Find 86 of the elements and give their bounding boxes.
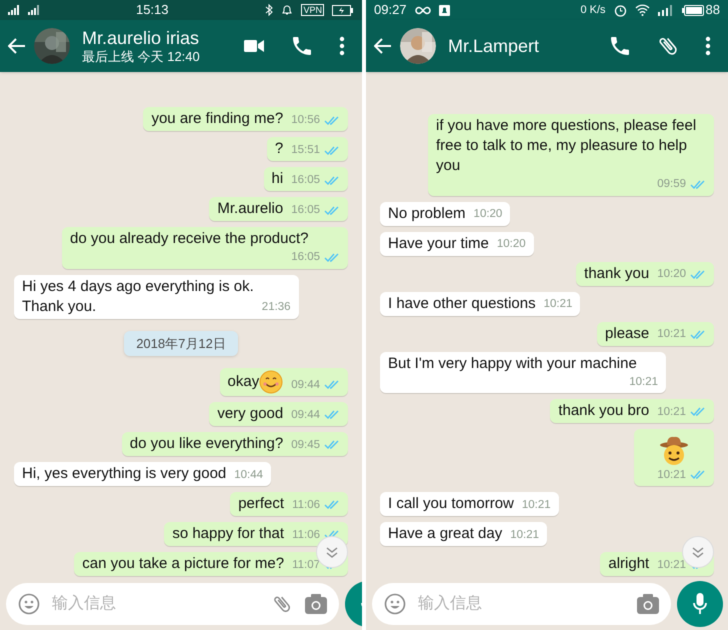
message-time: 16:05 [291,250,320,266]
message-time: 09:45 [291,438,320,453]
message-text: can you take a picture for me? [82,554,284,574]
message-time: 10:21 [629,374,658,390]
message-text: thank you bro [558,400,650,421]
message-time: 10:21 [657,327,686,342]
message-time: 09:44 [291,408,320,423]
battery-icon [682,4,704,16]
notification-icon [438,4,450,16]
vpn-badge: VPN [301,4,324,16]
message-text: Mr.aurelio [217,199,284,220]
status-time: 09:27 [374,1,407,20]
message-input-field[interactable]: 输入信息 [418,592,625,616]
emoji-icon[interactable] [18,593,40,615]
message-text: Hi yes 4 days ago everything is ok. Thank you. [22,276,254,316]
message-text: ? [274,139,284,160]
phone-icon[interactable] [290,34,314,58]
infinity-icon [414,6,431,14]
message-time: 10:20 [474,207,502,222]
message-time: 09:59 [657,177,686,192]
message-time: 10:56 [291,113,320,128]
wifi-icon [634,4,650,16]
message-time: 21:36 [262,300,291,316]
bell-icon [281,4,294,16]
message-time: 10:21 [657,404,686,420]
message-time: 10:44 [234,468,264,483]
message-time: 10:21 [657,558,686,573]
message-time: 10:21 [657,468,686,483]
message-text: I call you tomorrow [388,494,514,514]
message-input-field[interactable]: 输入信息 [52,592,259,616]
message-text: No problem [388,204,466,224]
bluetooth-icon [265,4,274,16]
message-text: alright [608,554,650,574]
message-time: 11:07 [292,558,320,573]
cellular-signal-icon [8,5,39,15]
message-text: Have a great day [388,524,502,544]
more-options-icon[interactable] [704,34,712,58]
message-time: 11:06 [292,528,320,543]
message-time: 10:20 [496,237,526,252]
message-time: 10:20 [657,267,686,282]
alarm-clock-icon [614,4,627,16]
message-text: Have your time [388,234,489,254]
message-time: 09:44 [291,378,320,393]
smiley-icon [259,370,284,394]
camera-icon[interactable] [305,594,327,614]
message-time: 10:21 [510,528,540,543]
message-text: you are finding me? [151,109,284,130]
message-text: do you already receive the product? [70,229,308,250]
last-seen-text: 最后上线 今天 12:40 [82,49,201,66]
battery-percent: 88 [706,1,720,20]
message-time: 11:06 [292,498,320,513]
message-text: okay [228,372,260,392]
message-time: 16:05 [291,173,320,188]
voice-message-button[interactable] [677,581,723,627]
status-time: 15:13 [134,1,170,20]
message-text: thank you [584,264,650,284]
message-time: 15:51 [291,143,320,158]
emoji-icon[interactable] [384,593,406,615]
date-chip: 2018年7月12日 [124,330,238,356]
message-text: Hi, yes everything is very good [22,464,226,484]
contact-name[interactable]: Mr.Lampert [448,34,600,58]
message-time: 16:05 [291,203,320,218]
battery-icon [332,4,354,16]
phone-icon[interactable] [608,34,632,58]
cowboy-face-icon [658,434,690,467]
message-text: hi [272,169,284,190]
message-text: perfect [238,494,284,514]
message-time: 10:21 [522,498,551,513]
more-options-icon[interactable] [338,34,346,58]
camera-icon[interactable] [637,594,659,614]
message-text: very good [217,404,284,424]
message-bar[interactable]: 输入信息 [372,583,671,625]
message-text: do you like everything? [130,434,284,454]
back-arrow-icon[interactable] [8,38,26,54]
contact-name[interactable]: Mr.aurelio irias [82,26,234,50]
back-arrow-icon[interactable] [374,38,392,54]
message-text: But I'm very happy with your machine [388,354,637,374]
message-text: so happy for that [172,524,284,544]
cellular-signal-icon [658,4,674,16]
message-text: please [605,324,650,344]
message-text: if you have more questions, please feel free to talk to me, my pleasure to help you [436,116,698,176]
message-time: 10:21 [544,297,572,312]
microphone-icon [693,593,707,615]
network-speed: 0 K/s [580,2,606,18]
message-text: I have other questions [388,294,536,314]
message-bar[interactable]: 输入信息 [6,583,339,625]
